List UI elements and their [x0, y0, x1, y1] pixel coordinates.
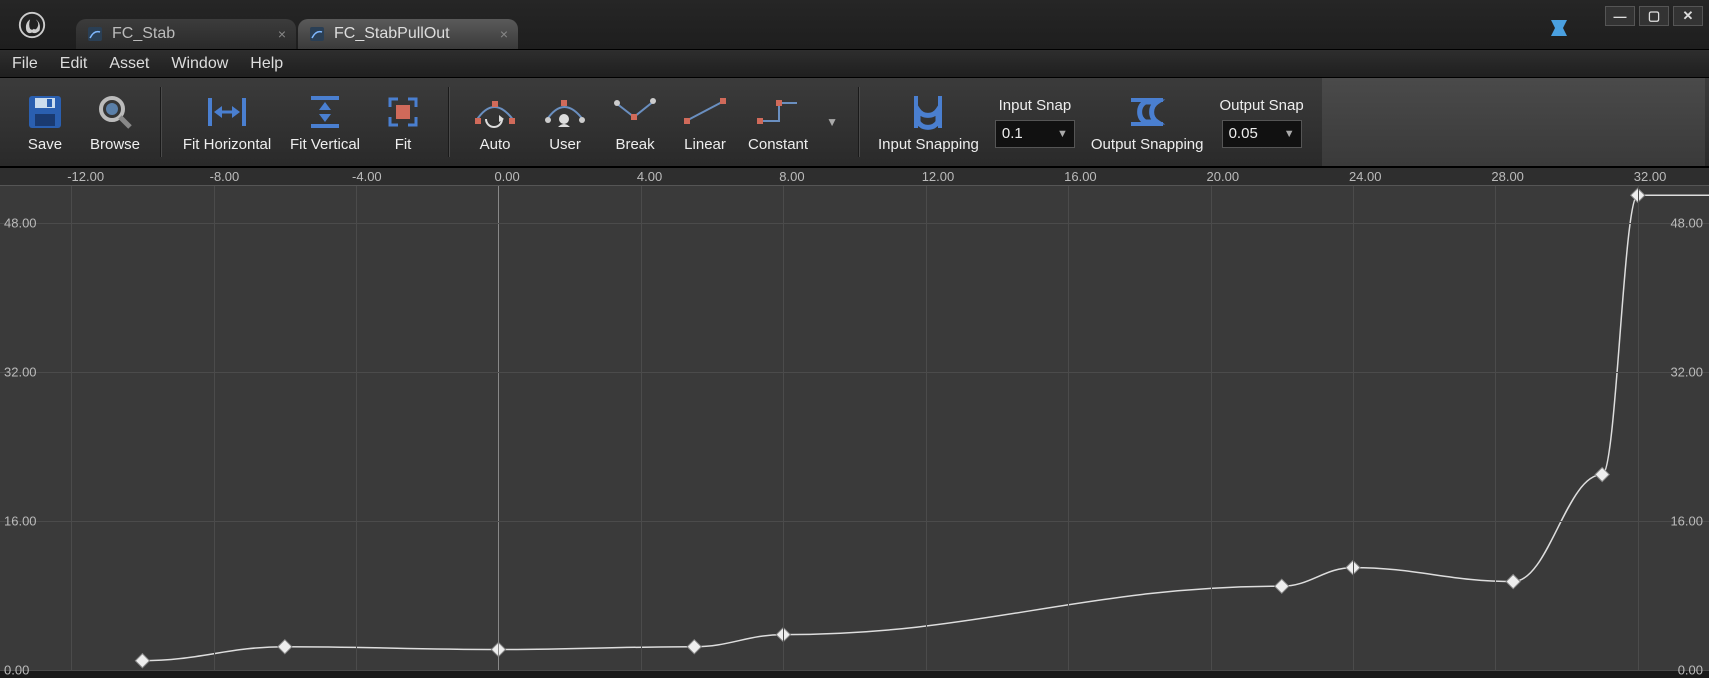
input-snap-label: Input Snap [999, 97, 1072, 114]
output-snapping-button[interactable]: Output Snapping [1083, 82, 1212, 162]
break-tangent-button[interactable]: Break [600, 82, 670, 162]
curve-key[interactable] [1275, 579, 1289, 593]
close-icon[interactable]: × [278, 26, 286, 42]
menu-file[interactable]: File [12, 55, 38, 73]
menu-bar: File Edit Asset Window Help [0, 50, 1709, 78]
x-tick: 24.00 [1349, 169, 1382, 184]
output-snap-label: Output Snap [1219, 97, 1303, 114]
y-tick: 0.00 [1678, 663, 1703, 678]
y-tick: 32.00 [1670, 365, 1703, 380]
tab-label: FC_Stab [112, 25, 175, 43]
tab-fc-stab[interactable]: FC_Stab × [76, 19, 296, 49]
y-tick: 48.00 [4, 216, 37, 231]
x-tick: 12.00 [922, 169, 955, 184]
x-tick: -8.00 [210, 169, 240, 184]
curve-key[interactable] [1506, 575, 1520, 589]
break-tangent-icon [612, 92, 658, 132]
maximize-button[interactable]: ▢ [1639, 6, 1669, 26]
fit-icon [384, 92, 422, 132]
constant-tangent-button[interactable]: Constant [740, 82, 816, 162]
input-snap-select[interactable]: 0.1 ▼ [995, 120, 1075, 148]
magnet-icon [1127, 92, 1167, 132]
source-control-icon[interactable] [1549, 18, 1569, 41]
x-axis-ruler: -12.00 -8.00 -4.00 0.00 4.00 8.00 12.00 16.00 20… [0, 168, 1709, 186]
curve-asset-icon [308, 25, 326, 43]
curve-key[interactable] [1595, 467, 1609, 481]
tab-fc-stabpullout[interactable]: FC_StabPullOut × [298, 19, 518, 49]
chevron-down-icon: ▼ [1284, 128, 1295, 140]
x-tick: 32.00 [1634, 169, 1667, 184]
close-button[interactable]: ✕ [1673, 6, 1703, 26]
magnet-icon [908, 92, 948, 132]
menu-asset[interactable]: Asset [109, 55, 149, 73]
curve-graph[interactable]: -12.00 -8.00 -4.00 0.00 4.00 8.00 12.00 16.00 20… [0, 168, 1709, 670]
fit-vertical-button[interactable]: Fit Vertical [282, 82, 368, 162]
x-tick: 20.00 [1207, 169, 1240, 184]
menu-window[interactable]: Window [171, 55, 228, 73]
tab-label: FC_StabPullOut [334, 25, 450, 43]
y-tick: 16.00 [1670, 514, 1703, 529]
close-icon[interactable]: × [500, 26, 508, 42]
x-tick: 28.00 [1491, 169, 1524, 184]
auto-tangent-icon [472, 92, 518, 132]
chevron-down-icon: ▼ [1057, 128, 1068, 140]
linear-tangent-button[interactable]: Linear [670, 82, 740, 162]
x-tick: -12.00 [67, 169, 104, 184]
curve-key[interactable] [278, 640, 292, 654]
menu-edit[interactable]: Edit [60, 55, 88, 73]
y-tick: 0.00 [4, 663, 29, 678]
menu-help[interactable]: Help [250, 55, 283, 73]
y-tick: 48.00 [1670, 216, 1703, 231]
user-tangent-button[interactable]: User [530, 82, 600, 162]
fit-button[interactable]: Fit [368, 82, 438, 162]
y-tick: 16.00 [4, 514, 37, 529]
y-tick: 32.00 [4, 365, 37, 380]
tangent-dropdown-icon[interactable]: ▼ [816, 115, 848, 129]
minimize-button[interactable]: — [1605, 6, 1635, 26]
constant-tangent-icon [755, 92, 801, 132]
toolbar: Save Browse Fit Horizontal Fit Vertical [0, 78, 1709, 168]
fit-vertical-icon [307, 92, 343, 132]
fit-horizontal-button[interactable]: Fit Horizontal [172, 82, 282, 162]
browse-button[interactable]: Browse [80, 82, 150, 162]
x-tick: -4.00 [352, 169, 382, 184]
linear-tangent-icon [682, 92, 728, 132]
save-button[interactable]: Save [10, 82, 80, 162]
x-tick: 0.00 [494, 169, 519, 184]
toolbar-spacer [1322, 78, 1705, 166]
curve-key[interactable] [687, 640, 701, 654]
curve-asset-icon [86, 25, 104, 43]
x-tick: 8.00 [779, 169, 804, 184]
output-snap-select[interactable]: 0.05 ▼ [1222, 120, 1302, 148]
browse-icon [95, 92, 135, 132]
title-bar: FC_Stab × FC_StabPullOut × — ▢ ✕ [0, 0, 1709, 50]
save-icon [25, 92, 65, 132]
unreal-logo-icon [8, 10, 56, 40]
curve-key[interactable] [135, 654, 149, 668]
input-snapping-button[interactable]: Input Snapping [870, 82, 987, 162]
user-tangent-icon [542, 92, 588, 132]
auto-tangent-button[interactable]: Auto [460, 82, 530, 162]
fit-horizontal-icon [202, 92, 252, 132]
x-tick: 4.00 [637, 169, 662, 184]
x-tick: 16.00 [1064, 169, 1097, 184]
